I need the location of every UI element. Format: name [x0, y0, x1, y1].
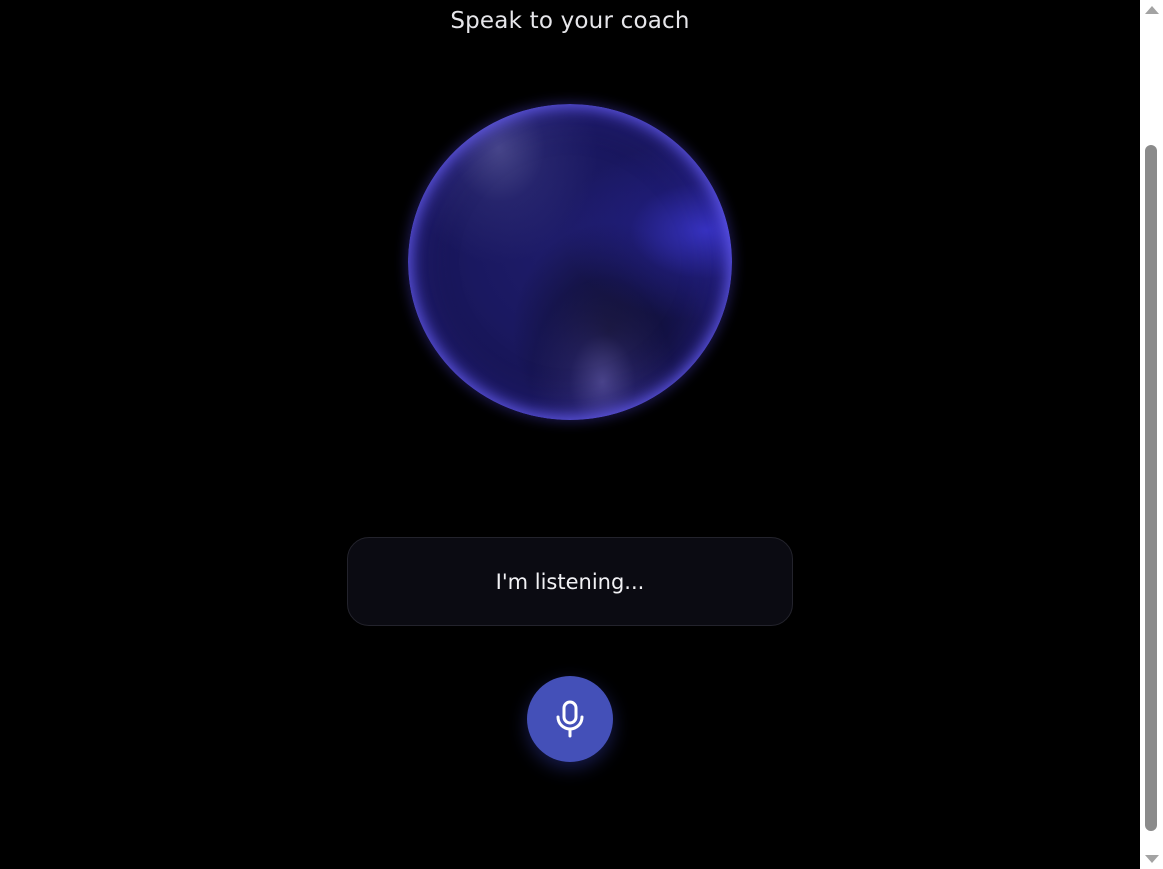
- scrollbar-thumb[interactable]: [1145, 145, 1157, 831]
- microphone-icon: [555, 699, 585, 739]
- microphone-button[interactable]: [527, 676, 613, 762]
- status-box: I'm listening...: [347, 537, 793, 626]
- app-viewport: Speak to your coach I'm listening...: [0, 0, 1140, 869]
- scroll-down-arrow-icon[interactable]: [1145, 855, 1159, 863]
- scroll-up-arrow-icon[interactable]: [1145, 6, 1159, 14]
- voice-orb: [408, 104, 732, 420]
- vertical-scrollbar[interactable]: [1140, 0, 1163, 869]
- page-title: Speak to your coach: [450, 8, 690, 34]
- status-text: I'm listening...: [495, 569, 645, 594]
